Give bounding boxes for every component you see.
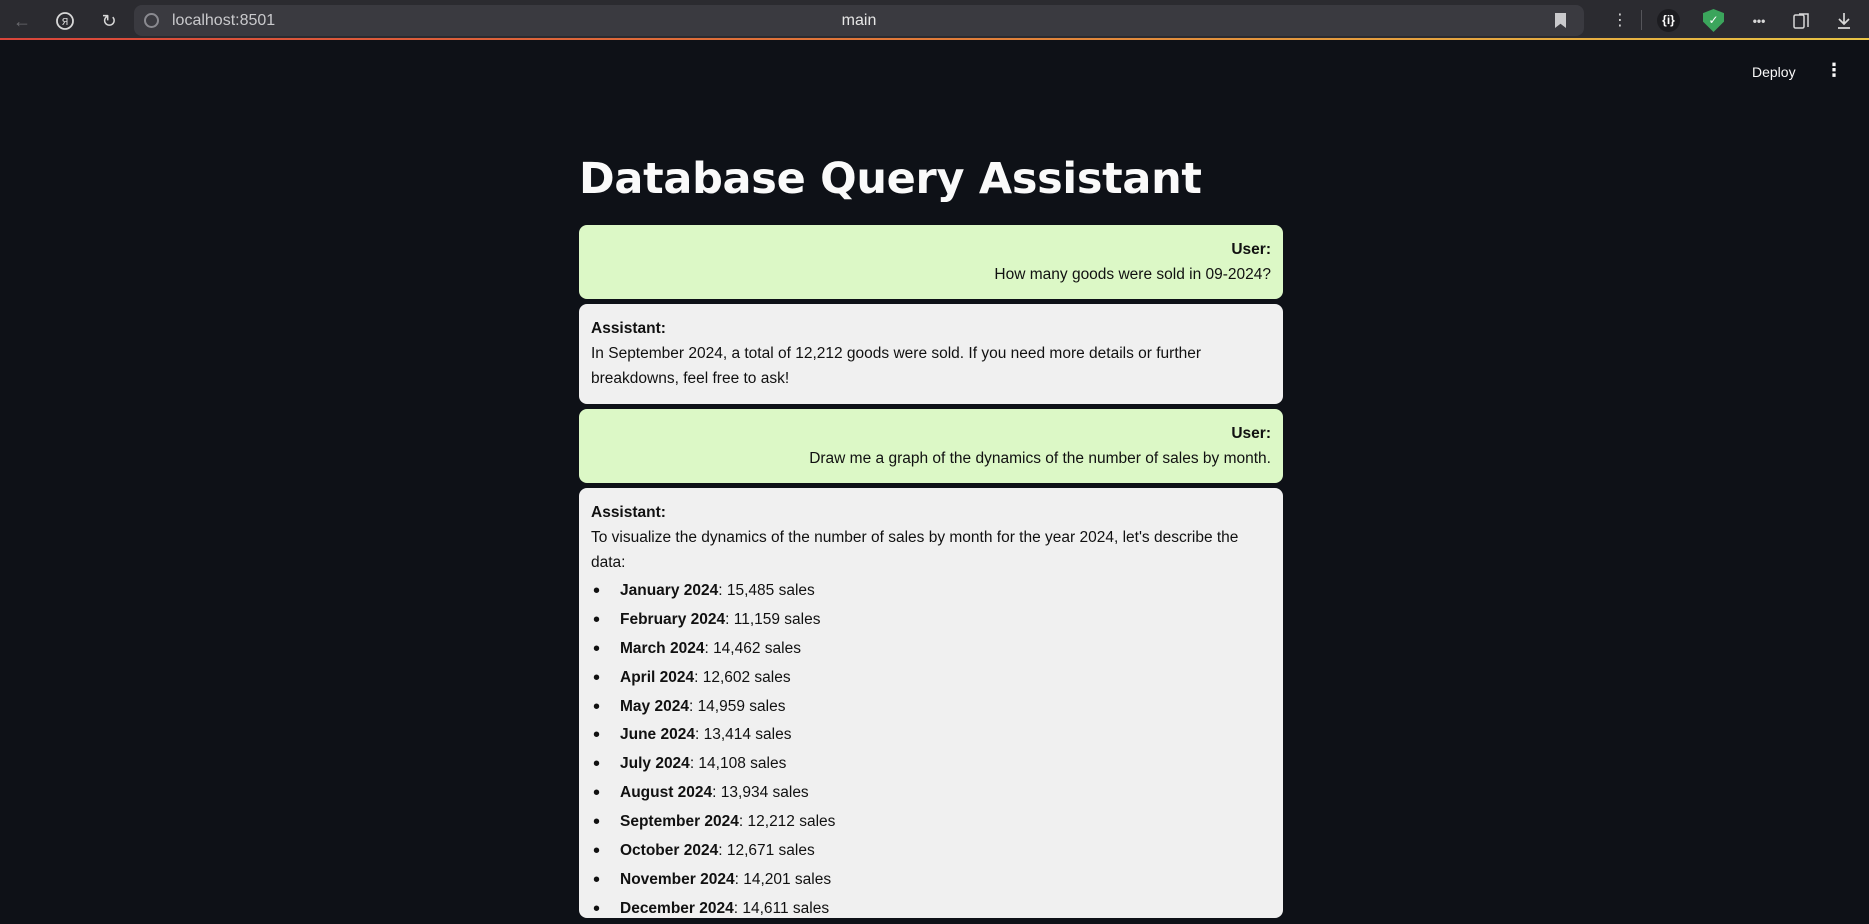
list-item: July 2024: 14,108 sales xyxy=(591,750,1271,779)
page-title-in-urlbar: main xyxy=(841,12,877,29)
message-text: Draw me a graph of the dynamics of the n… xyxy=(809,450,1271,467)
main-menu-icon[interactable]: ⋮ xyxy=(1825,61,1843,79)
sales-value: : 12,212 sales xyxy=(738,813,836,831)
collections-icon[interactable] xyxy=(1790,8,1814,34)
sales-value: : 12,602 sales xyxy=(694,668,791,686)
browser-toolbar: ← Я ↻ localhost:8501 main ⋮ {i} ✓ ••• xyxy=(0,0,1869,40)
sales-value: : 12,671 sales xyxy=(718,842,815,860)
month-label: November 2024 xyxy=(620,870,735,888)
list-item: June 2024: 13,414 sales xyxy=(591,721,1271,750)
month-label: January 2024 xyxy=(620,582,719,599)
list-item: March 2024: 14,462 sales xyxy=(591,635,1271,664)
list-item: April 2024: 12,602 sales xyxy=(591,664,1271,693)
svg-text:Я: Я xyxy=(62,17,69,28)
message-role: User: xyxy=(1231,425,1271,442)
sales-value: : 14,611 sales xyxy=(733,899,830,917)
sales-value: : 14,201 sales xyxy=(734,870,832,888)
month-label: May 2024 xyxy=(620,697,689,715)
month-label: December 2024 xyxy=(620,899,734,917)
message-role: Assistant: xyxy=(591,504,666,521)
user-message: User: Draw me a graph of the dynamics of… xyxy=(579,409,1283,483)
message-text: How many goods were sold in 09-2024? xyxy=(994,266,1271,283)
assistant-message: Assistant: In September 2024, a total of… xyxy=(579,304,1283,404)
browser-menu-icon[interactable]: ⋮ xyxy=(1610,8,1630,34)
month-label: October 2024 xyxy=(620,842,719,860)
month-label: February 2024 xyxy=(620,610,726,628)
page-title: Database Query Assistant xyxy=(579,154,1202,204)
yandex-home-icon[interactable]: Я xyxy=(52,8,78,34)
list-item: February 2024: 11,159 sales xyxy=(591,606,1271,635)
download-icon[interactable] xyxy=(1832,8,1856,34)
back-icon[interactable]: ← xyxy=(9,8,35,34)
reload-icon[interactable]: ↻ xyxy=(96,8,122,34)
message-text: To visualize the dynamics of the number … xyxy=(591,529,1239,571)
sales-value: : 13,934 sales xyxy=(712,784,809,802)
assistant-message: Assistant: To visualize the dynamics of … xyxy=(579,488,1283,924)
sales-value: : 14,462 sales xyxy=(704,639,801,657)
overflow-extensions-icon[interactable]: ••• xyxy=(1746,8,1772,34)
monthly-sales-list: January 2024: 15,485 sales February 2024… xyxy=(591,577,1271,924)
protect-shield-icon[interactable]: ✓ xyxy=(1703,9,1724,32)
user-message: User: How many goods were sold in 09-202… xyxy=(579,225,1283,299)
message-role: User: xyxy=(1231,241,1271,258)
list-item: December 2024: 14,611 sales xyxy=(591,895,1271,924)
month-label: June 2024 xyxy=(620,726,695,744)
toolbar-divider xyxy=(1641,10,1642,30)
deploy-button[interactable]: Deploy xyxy=(1752,64,1796,80)
list-item: August 2024: 13,934 sales xyxy=(591,779,1271,808)
list-item: November 2024: 14,201 sales xyxy=(591,866,1271,895)
sales-value: : 13,414 sales xyxy=(694,726,792,744)
month-label: March 2024 xyxy=(620,639,705,657)
month-label: April 2024 xyxy=(620,668,695,686)
sales-value: : 14,959 sales xyxy=(688,697,786,715)
sales-value: : 14,108 sales xyxy=(689,755,787,773)
list-item: October 2024: 12,671 sales xyxy=(591,837,1271,866)
sales-value: : 11,159 sales xyxy=(725,610,821,628)
list-item: January 2024: 15,485 sales xyxy=(591,577,1271,606)
month-label: July 2024 xyxy=(620,755,690,773)
list-item: May 2024: 14,959 sales xyxy=(591,693,1271,722)
list-item: September 2024: 12,212 sales xyxy=(591,808,1271,837)
message-role: Assistant: xyxy=(591,320,666,337)
address-bar[interactable]: localhost:8501 main xyxy=(134,5,1584,36)
sales-value: : 15,485 sales xyxy=(718,582,815,599)
month-label: September 2024 xyxy=(620,813,739,831)
json-extension-icon[interactable]: {i} xyxy=(1657,9,1680,32)
month-label: August 2024 xyxy=(620,784,713,802)
message-text: In September 2024, a total of 12,212 goo… xyxy=(591,345,1202,387)
